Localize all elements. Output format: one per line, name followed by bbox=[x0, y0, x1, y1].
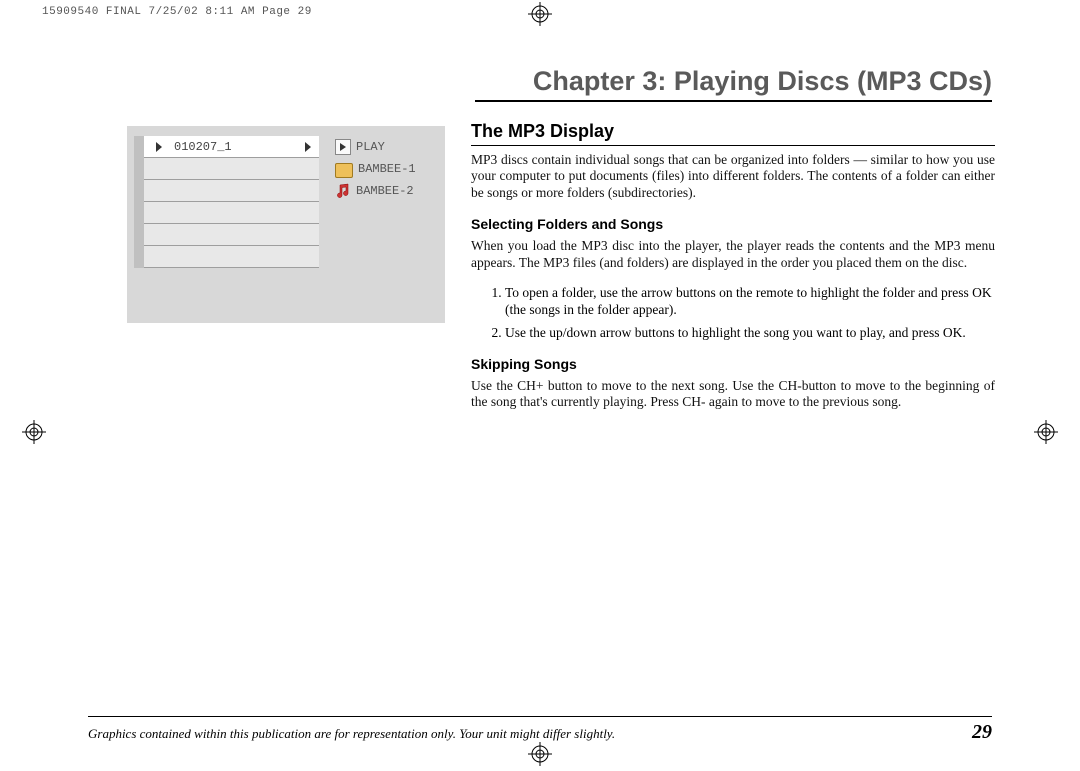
figure-status-panel: PLAY BAMBEE-1 BAMBEE-2 bbox=[335, 136, 433, 202]
registration-mark-top bbox=[528, 2, 552, 26]
figure-folder-item: BAMBEE-1 bbox=[335, 158, 433, 180]
registration-mark-bottom bbox=[528, 742, 552, 766]
footer-disclaimer: Graphics contained within this publicati… bbox=[88, 726, 615, 742]
figure-row-selected: 010207_1 bbox=[144, 136, 319, 158]
section-heading: The MP3 Display bbox=[471, 120, 995, 146]
subheading-skipping: Skipping Songs bbox=[471, 356, 995, 374]
registration-mark-right bbox=[1034, 420, 1058, 444]
intro-paragraph: MP3 discs contain individual songs that … bbox=[471, 152, 995, 203]
chapter-title: Chapter 3: Playing Discs (MP3 CDs) bbox=[475, 66, 992, 102]
figure-play-indicator: PLAY bbox=[335, 136, 433, 158]
play-cursor-icon bbox=[156, 142, 162, 152]
figure-row-empty bbox=[144, 246, 319, 268]
figure-row-empty bbox=[144, 158, 319, 180]
mp3-display-figure: 010207_1 PLAY BAMBEE-1 BAMBEE-2 bbox=[127, 126, 445, 323]
registration-mark-left bbox=[22, 420, 46, 444]
skipping-paragraph: Use the CH+ button to move to the next s… bbox=[471, 378, 995, 412]
figure-play-label: PLAY bbox=[356, 140, 385, 154]
figure-folder-label: BAMBEE-1 bbox=[358, 162, 416, 176]
figure-row-empty bbox=[144, 180, 319, 202]
figure-song-label: BAMBEE-2 bbox=[356, 184, 414, 198]
step-item: To open a folder, use the arrow buttons … bbox=[505, 285, 995, 319]
folder-icon bbox=[335, 163, 353, 178]
play-icon bbox=[335, 139, 351, 155]
step-item: Use the up/down arrow buttons to highlig… bbox=[505, 325, 995, 342]
music-note-icon bbox=[335, 183, 351, 199]
page-footer: Graphics contained within this publicati… bbox=[88, 716, 992, 744]
subheading-selecting: Selecting Folders and Songs bbox=[471, 216, 995, 234]
figure-row-empty bbox=[144, 224, 319, 246]
body-text-column: The MP3 Display MP3 discs contain indivi… bbox=[471, 120, 995, 425]
page-number: 29 bbox=[972, 721, 992, 744]
figure-folder-name: 010207_1 bbox=[174, 140, 232, 154]
figure-row-empty bbox=[144, 202, 319, 224]
submenu-arrow-icon bbox=[305, 142, 311, 152]
selecting-paragraph: When you load the MP3 disc into the play… bbox=[471, 238, 995, 272]
figure-song-item: BAMBEE-2 bbox=[335, 180, 433, 202]
figure-file-list: 010207_1 bbox=[144, 136, 319, 268]
steps-list: To open a folder, use the arrow buttons … bbox=[471, 285, 995, 342]
print-slug: 15909540 FINAL 7/25/02 8:11 AM Page 29 bbox=[42, 6, 312, 18]
